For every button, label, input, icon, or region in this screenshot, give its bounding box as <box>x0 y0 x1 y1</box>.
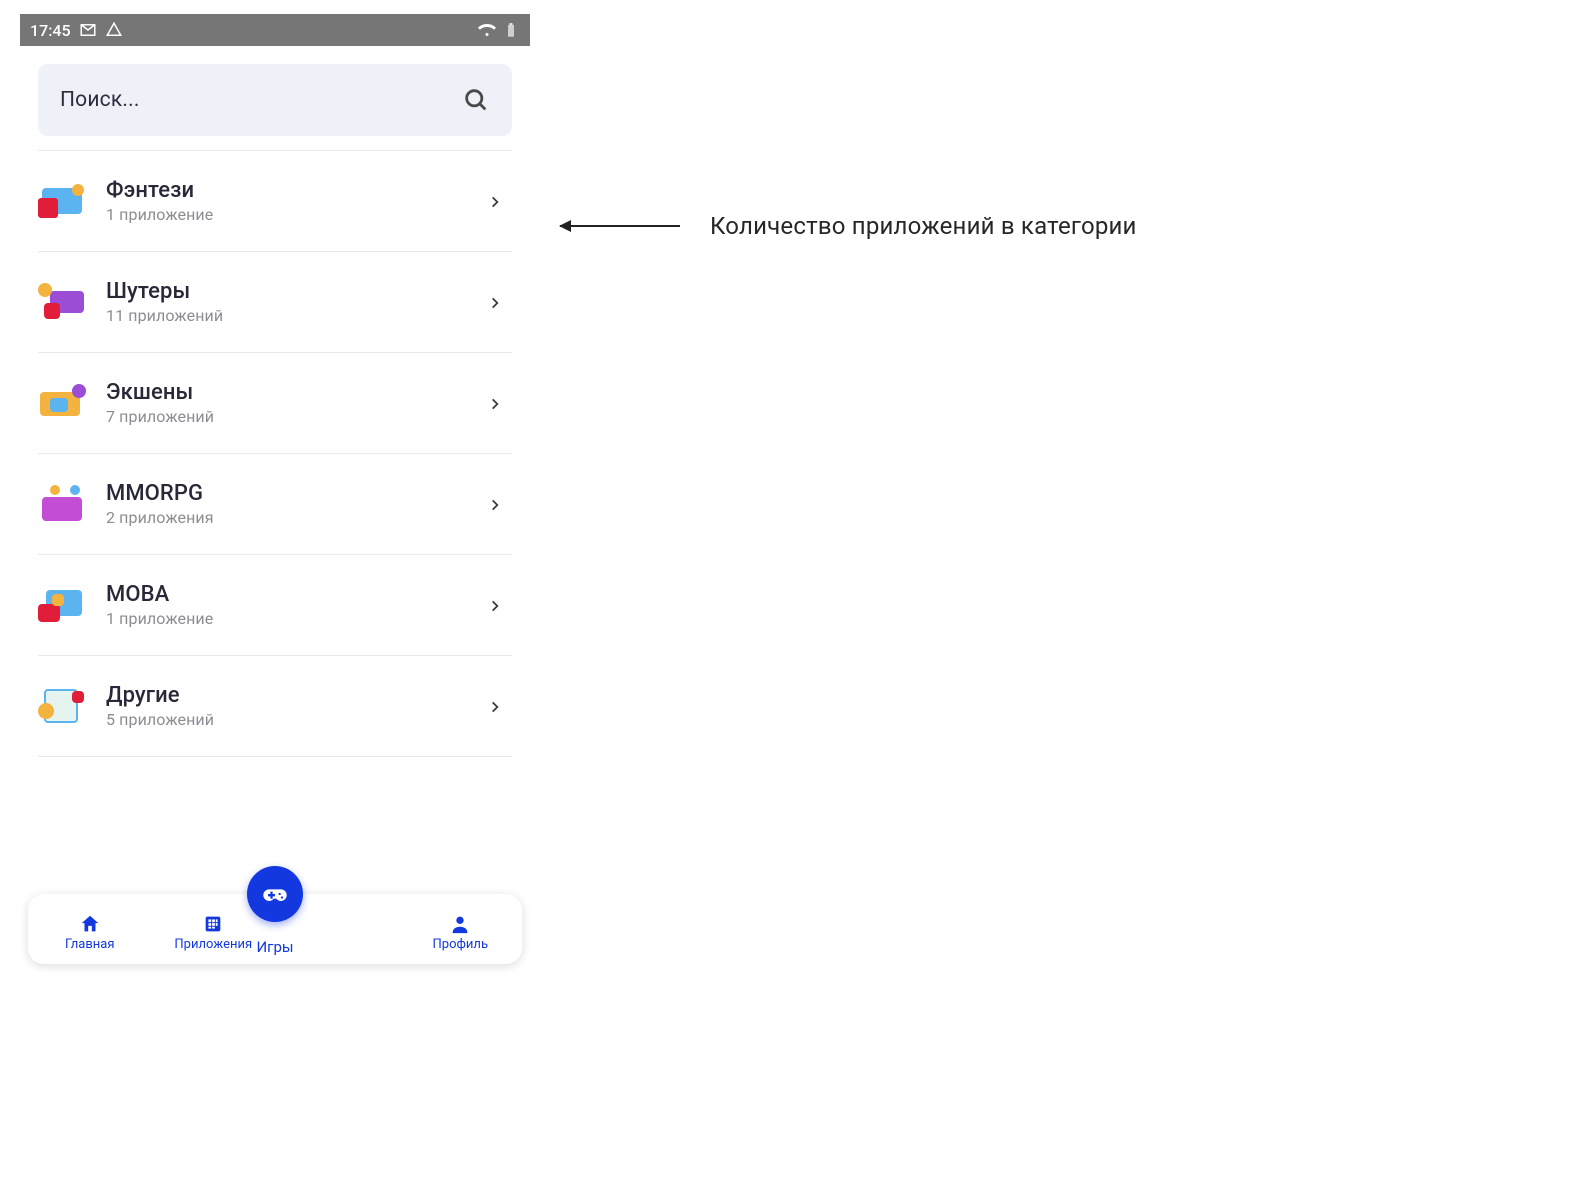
apps-grid-icon <box>202 913 224 935</box>
search-container: Поиск... <box>20 46 530 150</box>
category-list: Фэнтези 1 приложение Шутеры 11 приложени… <box>20 150 530 884</box>
nav-label: Приложения <box>174 937 252 952</box>
nav-label: Главная <box>65 937 114 952</box>
gamepad-icon <box>261 880 289 908</box>
search-placeholder: Поиск... <box>60 88 140 112</box>
search-input[interactable]: Поиск... <box>38 64 512 136</box>
chevron-right-icon <box>488 598 502 612</box>
divider <box>38 756 512 757</box>
category-row-mmorpg[interactable]: MMORPG 2 приложения <box>38 454 512 554</box>
row-sub: 5 приложений <box>106 710 468 729</box>
row-title: MOBA <box>106 582 468 607</box>
nav-games-fab[interactable] <box>247 866 303 922</box>
fantasy-icon <box>38 180 86 222</box>
battery-icon <box>502 21 520 39</box>
chevron-right-icon <box>488 699 502 713</box>
nav-profile[interactable]: Профиль <box>405 913 515 952</box>
phone-frame: 17:45 Поиск... <box>20 14 530 964</box>
category-row-action[interactable]: Экшены 7 приложений <box>38 353 512 453</box>
gmail-icon <box>79 21 97 39</box>
row-title: Другие <box>106 683 468 708</box>
row-title: MMORPG <box>106 481 468 506</box>
row-text: Экшены 7 приложений <box>106 380 468 426</box>
row-sub: 1 приложение <box>106 609 468 628</box>
row-title: Фэнтези <box>106 178 468 203</box>
status-right <box>478 21 520 39</box>
wifi-icon <box>478 21 496 39</box>
category-row-shooters[interactable]: Шутеры 11 приложений <box>38 252 512 352</box>
row-title: Шутеры <box>106 279 468 304</box>
annotation-arrow-icon <box>560 225 680 227</box>
row-text: Другие 5 приложений <box>106 683 468 729</box>
nav-apps[interactable]: Приложения <box>158 913 268 952</box>
chevron-right-icon <box>488 295 502 309</box>
nav-games-label[interactable]: Игры <box>256 938 293 956</box>
nav-label: Профиль <box>433 937 489 952</box>
chevron-right-icon <box>488 396 502 410</box>
chevron-right-icon <box>488 497 502 511</box>
moba-icon <box>38 584 86 626</box>
chevron-right-icon <box>488 194 502 208</box>
row-sub: 11 приложений <box>106 306 468 325</box>
other-icon <box>38 685 86 727</box>
shooters-icon <box>38 281 86 323</box>
row-text: Фэнтези 1 приложение <box>106 178 468 224</box>
row-sub: 1 приложение <box>106 205 468 224</box>
row-text: MOBA 1 приложение <box>106 582 468 628</box>
category-row-fantasy[interactable]: Фэнтези 1 приложение <box>38 151 512 251</box>
home-icon <box>79 913 101 935</box>
row-title: Экшены <box>106 380 468 405</box>
bottom-nav: Главная Приложения . Профиль Игры <box>28 894 522 964</box>
row-sub: 7 приложений <box>106 407 468 426</box>
profile-icon <box>449 913 471 935</box>
mmorpg-icon <box>38 483 86 525</box>
drive-icon <box>105 21 123 39</box>
status-bar: 17:45 <box>20 14 530 46</box>
nav-home[interactable]: Главная <box>35 913 145 952</box>
category-row-other[interactable]: Другие 5 приложений <box>38 656 512 756</box>
row-text: MMORPG 2 приложения <box>106 481 468 527</box>
row-sub: 2 приложения <box>106 508 468 527</box>
status-left: 17:45 <box>30 21 123 40</box>
category-row-moba[interactable]: MOBA 1 приложение <box>38 555 512 655</box>
status-time: 17:45 <box>30 21 71 40</box>
annotation-text: Количество приложений в категории <box>710 212 1137 240</box>
annotation: Количество приложений в категории <box>560 212 1137 240</box>
row-text: Шутеры 11 приложений <box>106 279 468 325</box>
search-icon[interactable] <box>462 86 490 114</box>
action-icon <box>38 382 86 424</box>
